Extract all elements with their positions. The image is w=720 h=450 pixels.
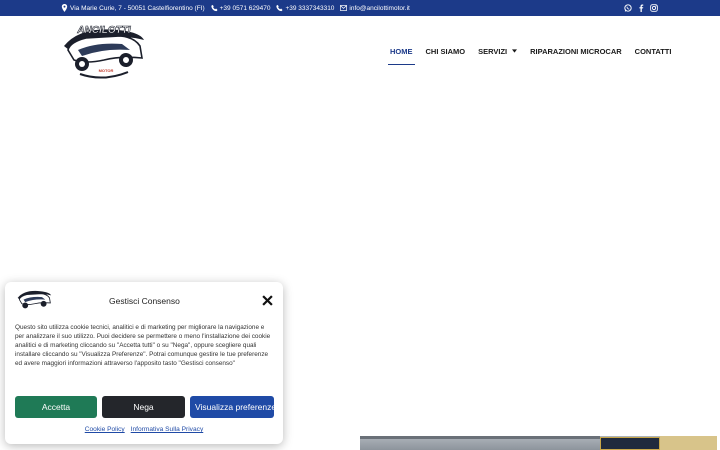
nav-home-label: HOME: [390, 46, 413, 56]
consent-title: Gestisci Consenso: [109, 296, 180, 306]
consent-links: Cookie Policy Informativa Sulla Privacy: [5, 426, 283, 433]
photo-shop-sign: [600, 437, 660, 450]
cookie-consent-dialog: Gestisci Consenso Questo sito utilizza c…: [5, 282, 283, 444]
phone1-item[interactable]: +39 0571 629470: [210, 4, 271, 12]
whatsapp-icon[interactable]: [624, 4, 632, 12]
social-links: [624, 0, 658, 16]
deny-button[interactable]: Nega: [102, 396, 185, 418]
cookie-policy-link[interactable]: Cookie Policy: [85, 426, 125, 433]
nav-item-contatti[interactable]: CONTATTI: [635, 47, 672, 56]
nav-item-chi-siamo[interactable]: CHI SIAMO: [426, 47, 466, 56]
photo-wall: [660, 436, 717, 450]
phone1-link[interactable]: +39 0571 629470: [220, 5, 271, 12]
instagram-icon[interactable]: [650, 4, 658, 12]
photo-roof: [360, 436, 600, 439]
contact-info: Via Marie Curie, 7 - 50051 Castelfiorent…: [61, 0, 410, 16]
email-item[interactable]: info@ancilottimotor.it: [340, 4, 410, 12]
envelope-icon: [340, 5, 348, 11]
hero-photo: [360, 436, 717, 450]
address-item: Via Marie Curie, 7 - 50051 Castelfiorent…: [61, 4, 205, 12]
top-contact-bar: Via Marie Curie, 7 - 50051 Castelfiorent…: [0, 0, 720, 16]
logo-subtext: MOTOR: [99, 68, 114, 73]
nav-chi-siamo-label: CHI SIAMO: [425, 46, 466, 56]
phone2-link[interactable]: +39 3337343310: [285, 5, 334, 12]
facebook-icon[interactable]: [637, 4, 645, 12]
address-text: Via Marie Curie, 7 - 50051 Castelfiorent…: [70, 4, 205, 12]
ancilotti-logo[interactable]: ANCILOTTI MOTOR: [60, 20, 146, 82]
nav-item-riparazioni-microcar[interactable]: RIPARAZIONI MICROCAR: [530, 47, 622, 56]
phone2-item[interactable]: +39 3337343310: [276, 4, 334, 12]
close-icon[interactable]: [262, 295, 273, 306]
accept-button[interactable]: Accetta: [15, 396, 97, 418]
chevron-down-icon: [512, 49, 518, 53]
nav-item-home[interactable]: HOME: [388, 46, 414, 65]
map-pin-icon: [61, 4, 68, 12]
phone-icon: [210, 4, 218, 12]
site-header: ANCILOTTI MOTOR HOME CHI SIAMO SERVIZI R…: [0, 16, 720, 86]
consent-logo: [17, 290, 52, 309]
main-nav: HOME CHI SIAMO SERVIZI RIPARAZIONI MICRO…: [388, 16, 684, 86]
nav-riparazioni-label: RIPARAZIONI MICROCAR: [530, 46, 622, 56]
phone-icon: [276, 4, 283, 12]
view-preferences-button[interactable]: Visualizza preferenze: [190, 396, 274, 418]
privacy-policy-link[interactable]: Informativa Sulla Privacy: [131, 426, 204, 433]
nav-servizi-label: SERVIZI: [478, 46, 508, 56]
nav-item-servizi[interactable]: SERVIZI: [478, 46, 518, 56]
consent-text: Questo sito utilizza cookie tecnici, ana…: [15, 324, 271, 368]
email-link[interactable]: info@ancilottimotor.it: [349, 5, 409, 12]
logo-wordmark: ANCILOTTI: [76, 25, 131, 36]
nav-contatti-label: CONTATTI: [634, 46, 672, 56]
